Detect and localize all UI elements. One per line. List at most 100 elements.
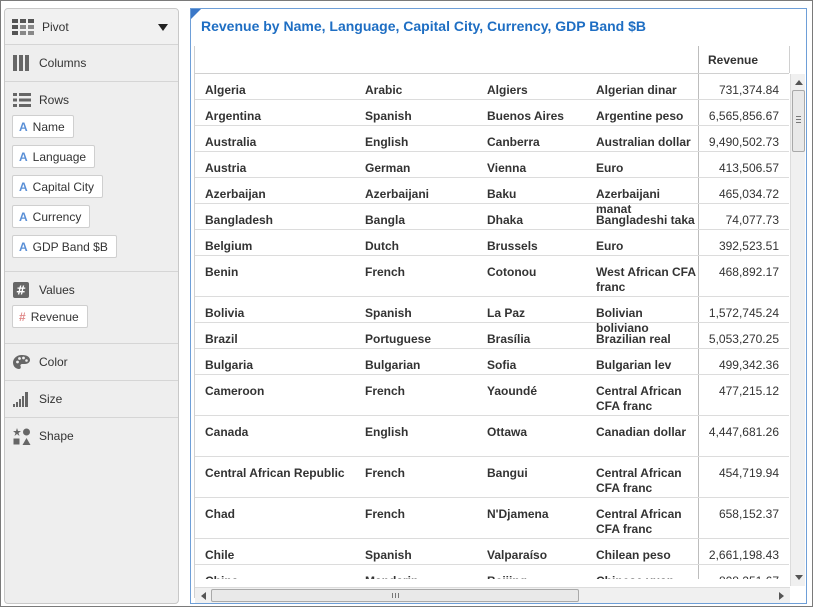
table-row[interactable]: Canada English Ottawa Canadian dollar 4,447,… — [195, 416, 789, 457]
text-type-icon: A — [19, 209, 28, 224]
cell-language: Spanish — [365, 306, 412, 320]
cell-currency: Bangladeshi taka — [596, 213, 695, 227]
viz-title[interactable]: Revenue by Name, Language, Capital City,… — [201, 18, 646, 34]
cell-currency: Algerian dinar — [596, 83, 677, 97]
cell-revenue: 468,892.17 — [718, 265, 779, 279]
shapes-icon — [13, 428, 31, 445]
size-label: Size — [39, 392, 63, 406]
rows-label: Rows — [39, 93, 70, 107]
cell-language: Portuguese — [365, 332, 432, 346]
table-row[interactable]: Australia English Canberra Australian dolla… — [195, 126, 789, 152]
cell-revenue: 658,152.37 — [718, 507, 779, 521]
size-icon — [13, 391, 31, 407]
cell-capital-city: Buenos Aires — [487, 109, 564, 123]
pivot-grid-icon — [12, 18, 34, 35]
cell-name: Brazil — [205, 332, 238, 346]
cell-language: French — [365, 265, 406, 279]
row-chip-language[interactable]: A Language — [12, 145, 96, 168]
chevron-down-icon[interactable] — [158, 24, 168, 31]
shape-section[interactable]: Shape — [5, 418, 178, 455]
cell-language: French — [365, 507, 406, 521]
horizontal-scrollbar[interactable] — [195, 587, 790, 603]
cell-name: Canada — [205, 425, 249, 439]
table-row[interactable]: Bangladesh Bangla Dhaka Bangladeshi taka 74,… — [195, 204, 789, 230]
color-section[interactable]: Color — [5, 344, 178, 381]
cell-capital-city: Cotonou — [487, 265, 537, 279]
cell-language: Arabic — [365, 83, 403, 97]
scroll-down-icon[interactable] — [795, 575, 803, 580]
value-column-header[interactable]: Revenue — [698, 46, 790, 73]
cell-capital-city: N'Djamena — [487, 507, 549, 521]
cell-name: Algeria — [205, 83, 246, 97]
table-row[interactable]: Belgium Dutch Brussels Euro 392,523.51 — [195, 230, 789, 256]
cell-revenue: 1,572,745.24 — [708, 306, 779, 320]
cell-capital-city: Baku — [487, 187, 517, 201]
table-row[interactable]: Bulgaria Bulgarian Sofia Bulgarian lev 499,3… — [195, 349, 789, 375]
text-type-icon: A — [19, 179, 28, 194]
vertical-scroll-thumb[interactable] — [792, 90, 805, 152]
table-row[interactable]: Austria German Vienna Euro 413,506.57 — [195, 152, 789, 178]
columns-label: Columns — [39, 56, 87, 70]
cell-name: Cameroon — [205, 384, 265, 398]
cell-capital-city: Ottawa — [487, 425, 528, 439]
cell-currency: West African CFA franc — [596, 265, 696, 294]
table-row[interactable]: Algeria Arabic Algiers Algerian dinar 731,37… — [195, 74, 789, 100]
cell-revenue: 5,053,270.25 — [708, 332, 779, 346]
cell-currency: Brazilian real — [596, 332, 671, 346]
cell-revenue: 454,719.94 — [718, 466, 779, 480]
svg-text:#: # — [16, 284, 26, 298]
cell-name: Austria — [205, 161, 247, 175]
cell-name: Belgium — [205, 239, 253, 253]
table-row[interactable]: Chile Spanish Valparaíso Chilean peso 2,661,… — [195, 539, 789, 565]
viz-type-selector[interactable]: Pivot — [5, 9, 178, 45]
cell-currency: Central African CFA franc — [596, 384, 682, 413]
vertical-scrollbar[interactable] — [790, 74, 805, 586]
table-body: Algeria Arabic Algiers Algerian dinar 731,37… — [195, 74, 789, 579]
cell-name: Argentina — [205, 109, 262, 123]
rows-section[interactable]: Rows A Name A Language A Capital City A Curr… — [5, 82, 178, 272]
scroll-right-icon[interactable] — [779, 592, 784, 600]
grammar-panel: Pivot Columns Rows A Name A Language A C… — [4, 8, 179, 604]
cell-name: Chile — [205, 548, 235, 562]
cell-language: English — [365, 135, 409, 149]
cell-currency: Argentine peso — [596, 109, 684, 123]
cell-capital-city: Canberra — [487, 135, 540, 149]
cell-revenue: 808,251.67 — [699, 574, 779, 579]
hash-icon: # — [13, 282, 31, 298]
cell-name: Bulgaria — [205, 358, 254, 372]
cell-revenue: 465,034.72 — [718, 187, 779, 201]
cell-name: Bolivia — [205, 306, 245, 320]
pivot-table-view: Revenue by Name, Language, Capital City,… — [190, 8, 807, 604]
viz-type-label: Pivot — [42, 19, 69, 34]
table-row[interactable]: Argentina Spanish Buenos Aires Argentine pe… — [195, 100, 789, 126]
table-row[interactable]: ChinaMandarinBeijingChinese yuan808,251.… — [195, 565, 789, 579]
horizontal-scroll-thumb[interactable] — [211, 589, 579, 602]
scroll-up-icon[interactable] — [795, 80, 803, 85]
cell-language: Bangla — [365, 213, 406, 227]
columns-section[interactable]: Columns — [5, 45, 178, 82]
row-chip-name[interactable]: A Name — [12, 115, 74, 138]
row-chip-gdp-band[interactable]: A GDP Band $B — [12, 235, 117, 258]
table-row[interactable]: Central African Republic French Bangui Cent… — [195, 457, 789, 498]
cell-language: Spanish — [365, 109, 412, 123]
table-row[interactable]: Brazil Portuguese Brasília Brazilian real 5,… — [195, 323, 789, 349]
table-row[interactable]: Azerbaijan Azerbaijani Baku Azerbaijani man… — [195, 178, 789, 216]
selection-corner-marker — [191, 9, 201, 19]
row-chip-currency[interactable]: A Currency — [12, 205, 91, 228]
table-row[interactable]: Bolivia Spanish La Paz Bolivian boliviano 1,… — [195, 297, 789, 335]
table-row[interactable]: Cameroon French Yaoundé Central African CFA… — [195, 375, 789, 416]
cell-revenue: 477,215.12 — [718, 384, 779, 398]
cell-capital-city: Yaoundé — [487, 384, 538, 398]
table-row[interactable]: Chad French N'Djamena Central African CFA f… — [195, 498, 789, 539]
values-section[interactable]: # Values # Revenue — [5, 272, 178, 344]
table-row[interactable]: Benin French Cotonou West African CFA franc… — [195, 256, 789, 297]
cell-revenue: 74,077.73 — [725, 213, 779, 227]
cell-name: Azerbaijan — [205, 187, 266, 201]
row-chip-capital-city[interactable]: A Capital City — [12, 175, 104, 198]
cell-currency: Central African CFA franc — [596, 507, 682, 536]
size-section[interactable]: Size — [5, 381, 178, 418]
value-chip-revenue[interactable]: # Revenue — [12, 305, 88, 328]
scroll-left-icon[interactable] — [201, 592, 206, 600]
cell-revenue: 392,523.51 — [718, 239, 779, 253]
cell-revenue: 499,342.36 — [718, 358, 779, 372]
